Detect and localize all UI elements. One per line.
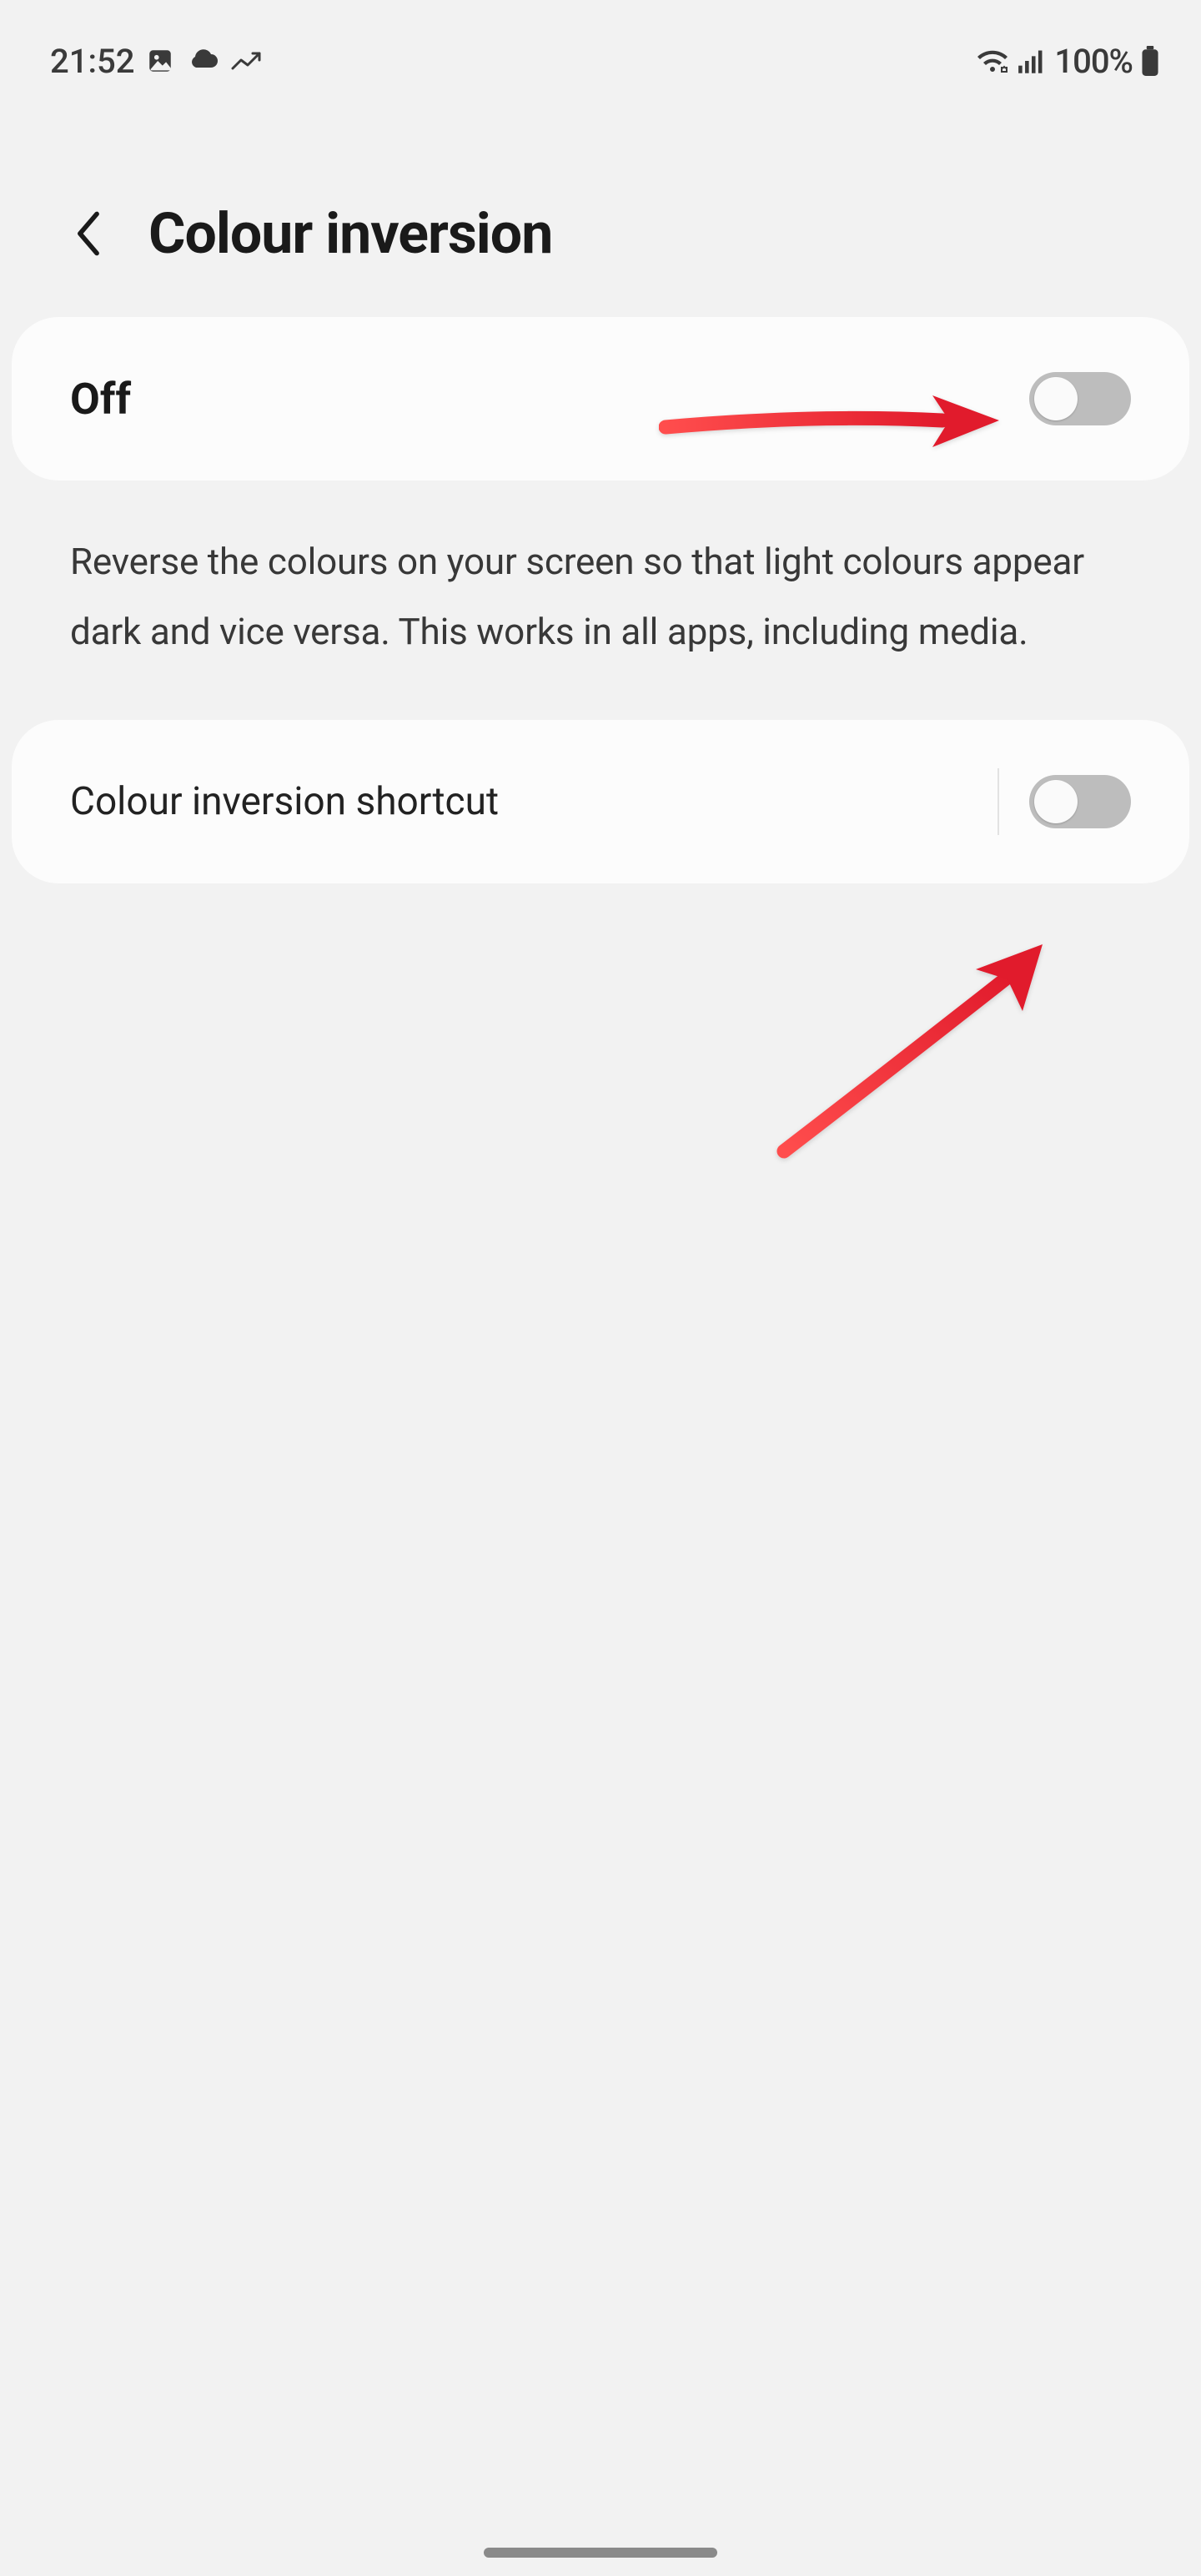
gesture-bar	[484, 2548, 717, 2558]
main-toggle-label: Off	[70, 374, 131, 425]
main-toggle-card: Off	[12, 317, 1189, 480]
battery-icon	[1141, 46, 1159, 76]
back-button[interactable]	[65, 210, 112, 257]
status-bar: 21:52 100%	[0, 0, 1201, 92]
description-text: Reverse the colours on your screen so th…	[0, 480, 1201, 720]
shortcut-card: Colour inversion shortcut	[12, 720, 1189, 883]
annotation-arrow-2	[767, 934, 1068, 1168]
page-title: Colour inversion	[148, 200, 552, 267]
trend-icon	[231, 50, 263, 72]
wifi-icon	[976, 48, 1009, 73]
signal-icon	[1018, 48, 1046, 73]
battery-percent: 100%	[1054, 42, 1133, 81]
switch-knob	[1034, 780, 1078, 823]
vertical-divider	[997, 768, 999, 835]
switch-knob	[1034, 377, 1078, 420]
cloud-icon	[186, 49, 219, 73]
shortcut-toggle-switch[interactable]	[1029, 775, 1131, 828]
main-toggle-switch[interactable]	[1029, 372, 1131, 425]
chevron-left-icon	[74, 210, 103, 257]
page-header: Colour inversion	[0, 92, 1201, 317]
main-toggle-row[interactable]: Off	[70, 317, 1131, 480]
picture-icon	[146, 47, 174, 75]
status-clock: 21:52	[50, 42, 134, 81]
shortcut-row[interactable]: Colour inversion shortcut	[70, 720, 1131, 883]
shortcut-label: Colour inversion shortcut	[70, 779, 499, 824]
